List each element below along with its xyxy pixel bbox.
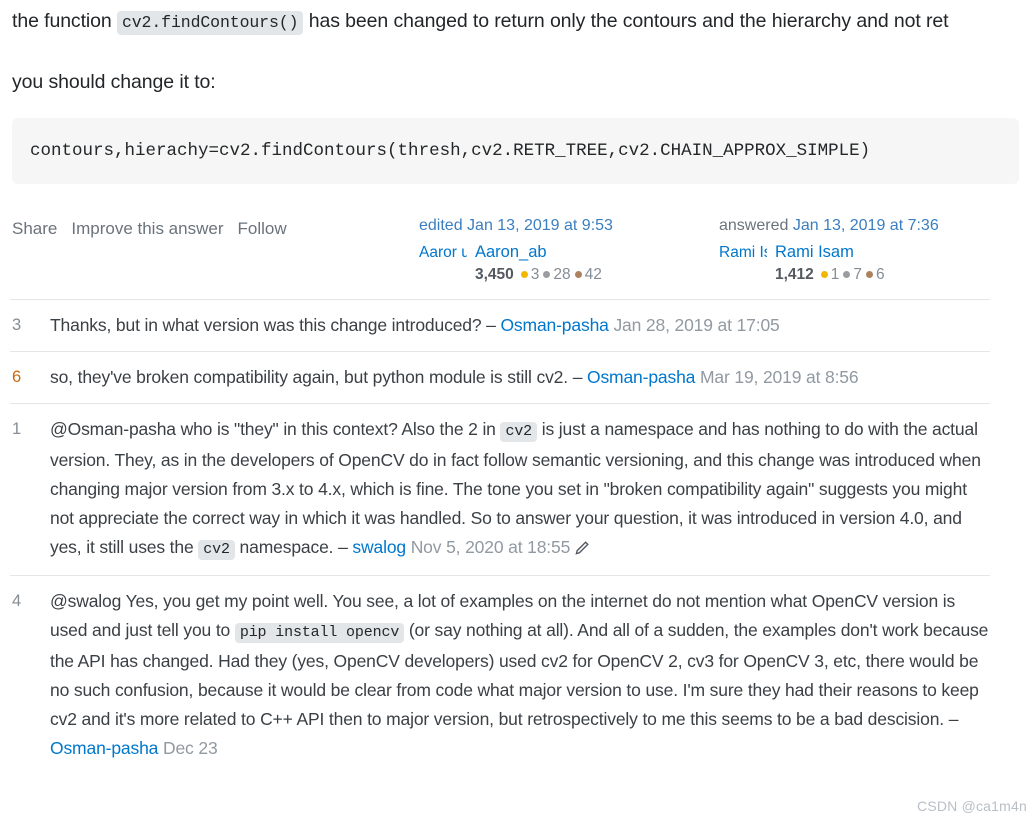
- comment-text: @swalog Yes, you get my point well. You …: [50, 587, 990, 763]
- gold-badge-icon: [820, 271, 828, 278]
- comment-body-text: namespace.: [234, 537, 339, 557]
- editor-silver-badge[interactable]: 28: [543, 264, 571, 285]
- author-silver-count: 7: [853, 266, 863, 283]
- comment-author-link[interactable]: Osman-pasha: [50, 738, 158, 758]
- editor-gold-badge[interactable]: 3: [520, 264, 540, 285]
- answer-paragraph-1-lead: the function: [12, 10, 117, 32]
- comment-list: 3 Thanks, but in what version was this ch…: [0, 299, 1033, 774]
- share-button[interactable]: Share: [12, 219, 57, 239]
- author-username[interactable]: Rami Isam: [775, 242, 885, 263]
- silver-badge-icon: [843, 271, 851, 278]
- author-avatar[interactable]: Rami Isam's: [719, 242, 767, 263]
- comment-timestamp[interactable]: Dec 23: [158, 738, 218, 758]
- author-reputation-line: 1,412 1 7 6: [775, 264, 885, 285]
- answer-paragraph-1: the function cv2.findContours() has been…: [12, 6, 1019, 38]
- inline-code: pip install opencv: [234, 623, 405, 643]
- comment-text: Thanks, but in what version was this cha…: [50, 311, 780, 340]
- comment-author-link[interactable]: Osman-pasha: [500, 315, 608, 335]
- comment-author-link[interactable]: Osman-pasha: [587, 367, 695, 387]
- editor-bronze-count: 42: [584, 266, 602, 283]
- comment-item: 3 Thanks, but in what version was this ch…: [10, 299, 990, 351]
- comment-item: 4 @swalog Yes, you get my point well. You…: [10, 575, 990, 774]
- comment-body-text: @Osman-pasha who is "they" in this conte…: [50, 419, 501, 439]
- inline-code-findcontours: cv2.findContours(): [116, 11, 304, 35]
- author-identity: Rami Isam's Rami Isam 1,412 1 7 6: [719, 242, 1019, 285]
- answered-timestamp[interactable]: answered Jan 13, 2019 at 7:36: [719, 216, 1019, 236]
- comment-dash: –: [338, 537, 353, 557]
- author-silver-badge[interactable]: 7: [843, 264, 862, 285]
- gold-badge-icon: [520, 271, 528, 278]
- improve-answer-button[interactable]: Improve this answer: [71, 219, 223, 239]
- comment-score: 6: [12, 368, 22, 386]
- comment-body-text: Thanks, but in what version was this cha…: [50, 315, 487, 335]
- post-meta-row: Share Improve this answer Follow edited …: [0, 184, 1033, 285]
- comment-text: @Osman-pasha who is "they" in this conte…: [50, 415, 990, 564]
- author-bronze-badge[interactable]: 6: [866, 264, 885, 285]
- answer-body: the function cv2.findContours() has been…: [0, 0, 1033, 97]
- edited-timestamp[interactable]: edited Jan 13, 2019 at 9:53: [419, 216, 719, 236]
- author-gold-count: 1: [830, 266, 840, 283]
- author-reputation: 1,412: [775, 266, 814, 283]
- code-block-content: contours,hierachy=cv2.findContours(thres…: [30, 141, 871, 161]
- comment-timestamp[interactable]: Jan 28, 2019 at 17:05: [609, 315, 779, 335]
- comment-author-link[interactable]: swalog: [352, 537, 406, 557]
- editor-username[interactable]: Aaron_ab: [475, 242, 602, 263]
- follow-button[interactable]: Follow: [238, 219, 287, 239]
- editor-gold-count: 3: [530, 266, 540, 283]
- post-actions: Share Improve this answer Follow: [12, 216, 287, 239]
- answered-date: Jan 13, 2019 at 7:36: [792, 217, 939, 234]
- comment-score: 1: [12, 420, 22, 438]
- bronze-badge-icon: [574, 271, 582, 278]
- author-bronze-count: 6: [876, 266, 885, 283]
- author-user-card: answered Jan 13, 2019 at 7:36 Rami Isam'…: [719, 216, 1019, 285]
- answered-label: answered: [719, 217, 793, 234]
- comment-body-text: so, they've broken compatibility again, …: [50, 367, 573, 387]
- answer-paragraph-1-tail: has been changed to return only the cont…: [303, 10, 949, 32]
- comment-item: 1 @Osman-pasha who is "they" in this cont…: [10, 403, 990, 575]
- author-gold-badge[interactable]: 1: [820, 264, 840, 285]
- pencil-icon[interactable]: [575, 535, 589, 564]
- editor-bronze-badge[interactable]: 42: [574, 264, 602, 285]
- watermark: CSDN @ca1m4n: [917, 798, 1027, 814]
- editor-reputation-line: 3,450 3 28 42: [475, 264, 602, 285]
- comment-text: so, they've broken compatibility again, …: [50, 363, 859, 392]
- comment-dash: –: [572, 367, 587, 387]
- editor-user-card: edited Jan 13, 2019 at 9:53 Aaror user A…: [419, 216, 719, 285]
- user-cards: edited Jan 13, 2019 at 9:53 Aaror user A…: [419, 216, 1019, 285]
- editor-reputation: 3,450: [475, 266, 514, 283]
- inline-code: cv2: [198, 540, 235, 560]
- comment-item: 6 so, they've broken compatibility again,…: [10, 351, 990, 403]
- editor-identity: Aaror user Aaron_ab 3,450 3 28 42: [419, 242, 719, 285]
- comment-timestamp[interactable]: Nov 5, 2020 at 18:55: [406, 537, 571, 557]
- comment-dash: –: [486, 315, 501, 335]
- bronze-badge-icon: [866, 271, 874, 278]
- comment-dash: –: [948, 709, 959, 729]
- inline-code: cv2: [500, 422, 538, 442]
- comment-score: 3: [12, 316, 22, 334]
- comment-timestamp[interactable]: Mar 19, 2019 at 8:56: [695, 367, 859, 387]
- editor-avatar[interactable]: Aaror user: [419, 242, 467, 263]
- editor-silver-count: 28: [553, 266, 571, 283]
- comment-score: 4: [12, 592, 22, 610]
- code-block: contours,hierachy=cv2.findContours(thres…: [12, 118, 1019, 184]
- answer-paragraph-2: you should change it to:: [12, 71, 216, 93]
- silver-badge-icon: [543, 271, 551, 278]
